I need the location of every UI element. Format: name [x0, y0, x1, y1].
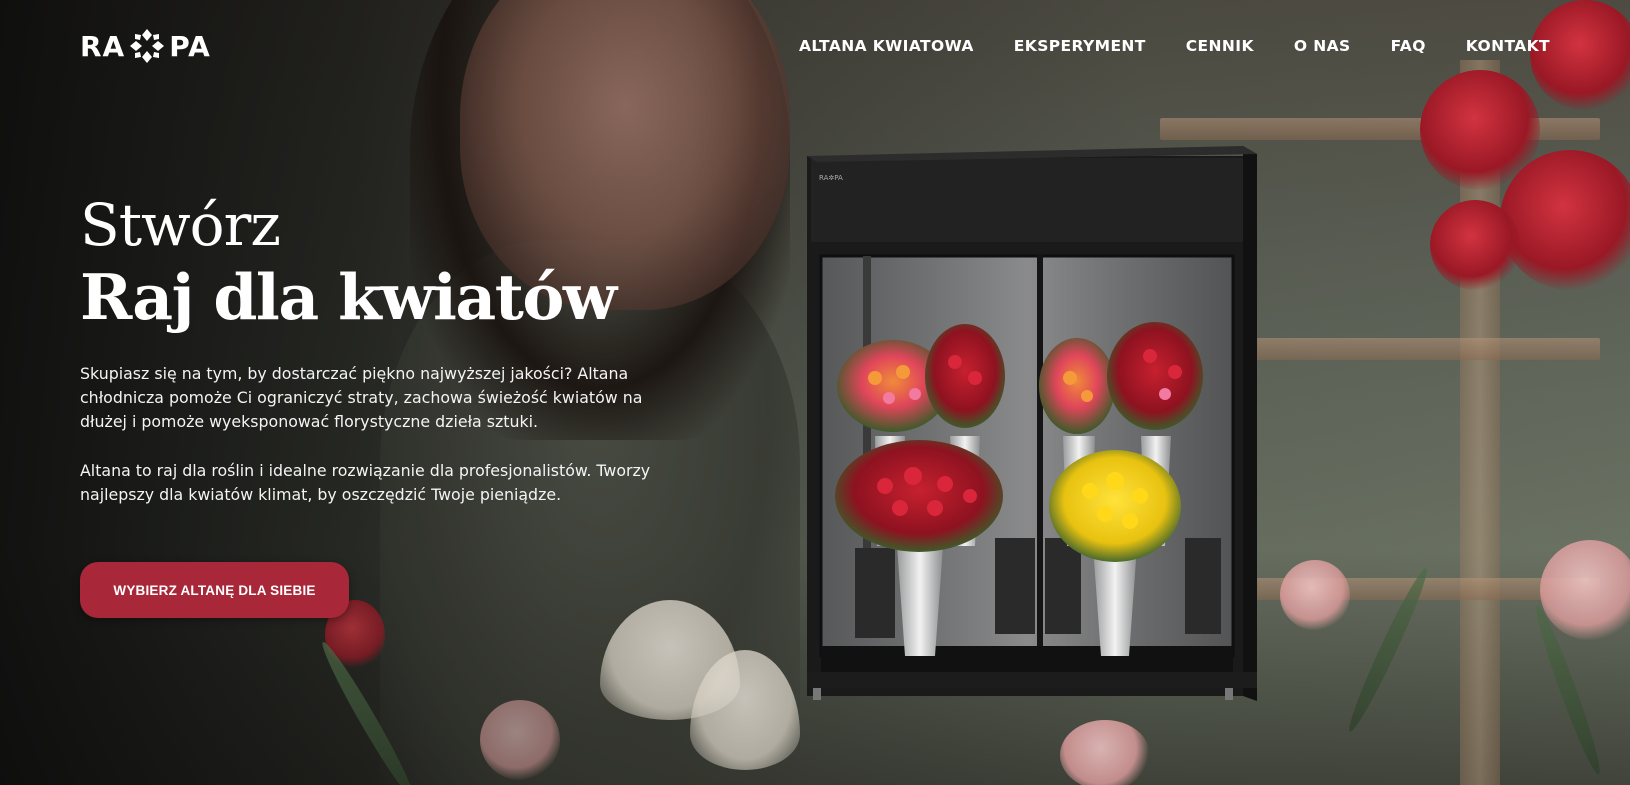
- pink-flower: [1540, 540, 1630, 640]
- logo-text-right: PA: [169, 29, 211, 63]
- red-flower: [1500, 150, 1630, 290]
- logo-text-left: RA: [80, 29, 126, 63]
- site-header: RA PA ALTANA KWIATOWA EKSPERYMENT CENNIK…: [0, 0, 1630, 92]
- brand-logo[interactable]: RA PA: [80, 26, 211, 66]
- hero-section: Stwórz Raj dla kwiatów Skupiasz się na t…: [80, 192, 680, 507]
- nav-link-eksperyment[interactable]: EKSPERYMENT: [1014, 37, 1146, 55]
- pink-flower: [1280, 560, 1350, 630]
- nav-link-kontakt[interactable]: KONTAKT: [1466, 37, 1550, 55]
- red-flower: [1430, 200, 1520, 290]
- snowflake-logo-icon: [130, 29, 165, 63]
- pink-flower: [1060, 720, 1150, 785]
- flower-cooling-cabinet-image: RA✲PA: [807, 146, 1257, 701]
- nav-link-altana-kwiatowa[interactable]: ALTANA KWIATOWA: [799, 37, 974, 55]
- choose-cabinet-button[interactable]: WYBIERZ ALTANĘ DLA SIEBIE: [80, 562, 349, 618]
- hero-paragraph-2: Altana to raj dla roślin i idealne rozwi…: [80, 461, 651, 504]
- nav-link-cennik[interactable]: CENNIK: [1186, 37, 1254, 55]
- hero-title: Stwórz Raj dla kwiatów: [80, 192, 680, 336]
- hero-paragraph-1: Skupiasz się na tym, by dostarczać piękn…: [80, 364, 643, 431]
- svg-text:RA✲PA: RA✲PA: [819, 174, 843, 182]
- nav-link-o-nas[interactable]: O NAS: [1294, 37, 1351, 55]
- main-navigation: ALTANA KWIATOWA EKSPERYMENT CENNIK O NAS…: [799, 37, 1550, 55]
- pink-flower: [480, 700, 560, 780]
- hero-title-line2: Raj dla kwiatów: [80, 260, 617, 334]
- nav-link-faq[interactable]: FAQ: [1391, 37, 1426, 55]
- hero-title-line1: Stwórz: [80, 191, 281, 259]
